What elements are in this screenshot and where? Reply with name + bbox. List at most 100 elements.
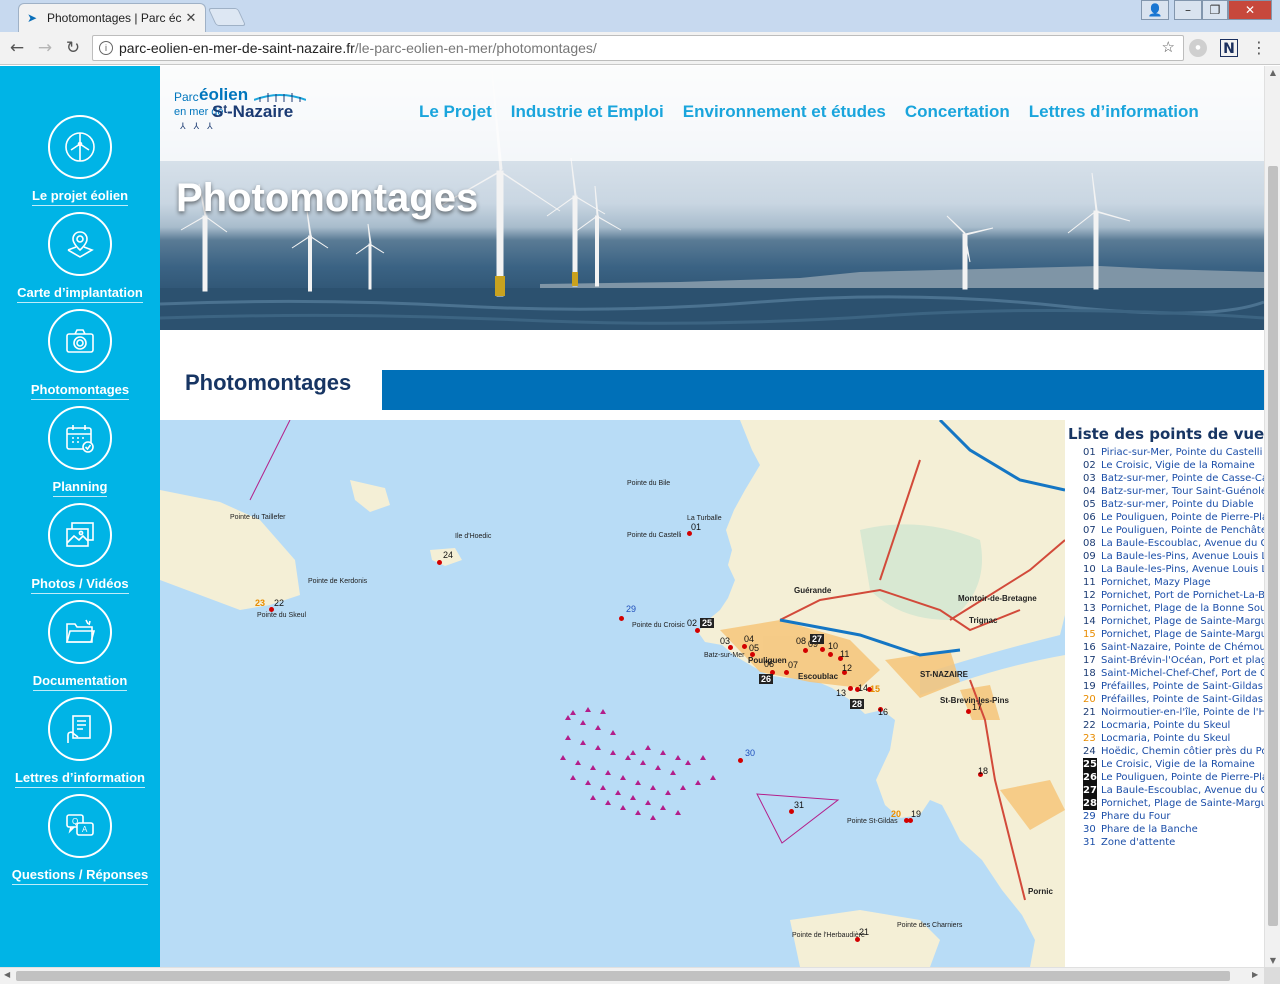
viewpoint-link[interactable]: Le Croisic, Vigie de la Romaine (1101, 460, 1255, 471)
viewpoint-list-item[interactable]: 24 Hoëdic, Chemin côtier près du Port (1083, 745, 1264, 758)
viewpoint-marker[interactable]: 02 (687, 618, 697, 628)
maximize-button[interactable]: ❐ (1202, 0, 1228, 20)
sidebar-item-projet[interactable]: Le projet éolien (0, 115, 160, 212)
viewpoint-list-item[interactable]: 01 Piriac-sur-Mer, Pointe du Castelli (1083, 446, 1264, 459)
viewpoint-list-item[interactable]: 12 Pornichet, Port de Pornichet-La-Baule (1083, 589, 1264, 602)
viewpoint-dot[interactable] (619, 616, 624, 621)
viewpoints-map[interactable]: Pointe du Bile La Turballe Pointe du Cas… (160, 420, 1065, 967)
close-tab-icon[interactable]: ✕ (183, 10, 199, 26)
viewpoint-dot[interactable] (437, 560, 442, 565)
close-window-button[interactable]: ✕ (1228, 0, 1272, 20)
viewpoint-list-item[interactable]: 22 Locmaria, Pointe du Skeul (1083, 719, 1264, 732)
viewpoint-link[interactable]: Locmaria, Pointe du Skeul (1101, 720, 1230, 731)
viewpoint-marker[interactable]: 13 (836, 688, 846, 698)
viewpoint-link[interactable]: Préfailles, Pointe de Saint-Gildas (1101, 681, 1263, 692)
viewpoint-marker[interactable]: 10 (828, 641, 838, 651)
viewpoint-link[interactable]: Le Pouliguen, Pointe de Penchâteau (1101, 525, 1264, 536)
viewpoint-link[interactable]: Piriac-sur-Mer, Pointe du Castelli (1101, 447, 1262, 458)
new-tab-button[interactable] (207, 8, 247, 26)
viewpoint-list-item[interactable]: 02 Le Croisic, Vigie de la Romaine (1083, 459, 1264, 472)
viewpoint-dot[interactable] (742, 644, 747, 649)
reload-icon[interactable]: ↻ (62, 37, 84, 59)
viewpoint-marker[interactable]: 19 (911, 809, 921, 819)
viewpoint-link[interactable]: Le Pouliguen, Pointe de Pierre-Plate (1101, 512, 1264, 523)
viewpoint-dot[interactable] (848, 686, 853, 691)
viewpoint-marker[interactable]: 08 (796, 636, 806, 646)
viewpoint-marker[interactable]: 26 (759, 674, 774, 684)
viewpoint-link[interactable]: Noirmoutier-en-l'île, Pointe de l'Herbau… (1101, 707, 1264, 718)
scroll-up-icon[interactable]: ▲ (1265, 68, 1280, 77)
viewpoint-dot[interactable] (695, 628, 700, 633)
user-profile-icon[interactable]: 👤 (1141, 0, 1169, 20)
viewpoint-link[interactable]: Batz-sur-mer, Tour Saint-Guénolé (1101, 486, 1264, 497)
site-info-icon[interactable]: i (99, 41, 113, 55)
viewpoint-link[interactable]: Phare du Four (1101, 811, 1171, 822)
viewpoint-list-item[interactable]: 14 Pornichet, Plage de Sainte-Marguerite (1083, 615, 1264, 628)
scroll-down-icon[interactable]: ▼ (1265, 956, 1280, 965)
viewpoint-marker[interactable]: 20 (891, 809, 901, 819)
site-logo[interactable]: Parc éolien en mer de Sᵗ-Nazaire ⅄⅄⅄ (174, 85, 314, 136)
viewpoint-link[interactable]: Pornichet, Plage de Sainte-Marguerite (1101, 629, 1264, 640)
viewpoint-marker[interactable]: 16 (878, 707, 888, 717)
nav-link-projet[interactable]: Le Projet (419, 102, 492, 121)
viewpoint-list-item[interactable]: 20 Préfailles, Pointe de Saint-Gildas (1083, 693, 1264, 706)
viewpoint-marker[interactable]: 27 (810, 634, 825, 644)
scroll-right-icon[interactable]: ▶ (1252, 970, 1258, 979)
minimize-button[interactable]: – (1174, 0, 1202, 20)
viewpoint-dot[interactable] (820, 647, 825, 652)
viewpoint-link[interactable]: Le Croisic, Vigie de la Romaine (1101, 759, 1255, 770)
viewpoint-link[interactable]: Batz-sur-mer, Pointe du Diable (1101, 499, 1254, 510)
viewpoint-marker[interactable]: 01 (691, 522, 701, 532)
viewpoint-marker[interactable]: 22 (274, 598, 284, 608)
scroll-left-icon[interactable]: ◀ (4, 970, 10, 979)
viewpoint-list-item[interactable]: 09 La Baule-les-Pins, Avenue Louis Lajarr… (1083, 550, 1264, 563)
viewpoint-dot[interactable] (828, 652, 833, 657)
viewpoint-list-item[interactable]: 16 Saint-Nazaire, Pointe de Chémoulin (1083, 641, 1264, 654)
viewpoint-link[interactable]: Préfailles, Pointe de Saint-Gildas (1101, 694, 1263, 705)
viewpoint-list-item[interactable]: 13 Pornichet, Plage de la Bonne Source (1083, 602, 1264, 615)
viewpoint-link[interactable]: Le Pouliguen, Pointe de Pierre-Plate (1101, 772, 1264, 783)
horizontal-scrollbar[interactable]: ◀ ▶ (0, 967, 1264, 984)
extension-icon[interactable]: ● (1189, 39, 1207, 57)
extension-n-icon[interactable]: N (1220, 39, 1238, 57)
viewpoint-link[interactable]: Saint-Michel-Chef-Chef, Port de Comberge (1101, 668, 1264, 679)
viewpoint-list-item[interactable]: 10 La Baule-les-Pins, Avenue Louis Lajarr… (1083, 563, 1264, 576)
viewpoint-dot[interactable] (904, 818, 909, 823)
viewpoint-list-item[interactable]: 04 Batz-sur-mer, Tour Saint-Guénolé (1083, 485, 1264, 498)
viewpoint-marker[interactable]: 21 (859, 927, 869, 937)
viewpoint-dot[interactable] (966, 709, 971, 714)
viewpoint-list-item[interactable]: 28 Pornichet, Plage de Sainte-Marguerite (1083, 797, 1264, 810)
sidebar-item-planning[interactable]: Planning (0, 406, 160, 503)
viewpoint-link[interactable]: La Baule-Escoublac, Avenue du Général (1101, 785, 1264, 796)
browser-tab[interactable]: ➤ Photomontages | Parc éc ✕ (18, 3, 206, 32)
viewpoint-list-item[interactable]: 29 Phare du Four (1083, 810, 1264, 823)
viewpoint-link[interactable]: La Baule-Escoublac, Avenue du Général (1101, 538, 1264, 549)
viewpoint-list-item[interactable]: 23 Locmaria, Pointe du Skeul (1083, 732, 1264, 745)
viewpoint-marker[interactable]: 03 (720, 636, 730, 646)
viewpoint-list-item[interactable]: 15 Pornichet, Plage de Sainte-Marguerite (1083, 628, 1264, 641)
horizontal-scroll-thumb[interactable] (16, 971, 1230, 981)
vertical-scroll-thumb[interactable] (1268, 166, 1278, 926)
sidebar-item-questions[interactable]: QA Questions / Réponses (0, 794, 160, 891)
sidebar-item-photomontages[interactable]: Photomontages (0, 309, 160, 406)
viewpoint-marker[interactable]: 31 (794, 800, 804, 810)
viewpoint-marker[interactable]: 29 (626, 604, 636, 614)
viewpoint-link[interactable]: Zone d'attente (1101, 837, 1175, 848)
sidebar-item-documentation[interactable]: Documentation (0, 600, 160, 697)
bookmark-star-icon[interactable]: ☆ (1162, 36, 1175, 60)
viewpoint-list-item[interactable]: 18 Saint-Michel-Chef-Chef, Port de Comber… (1083, 667, 1264, 680)
address-bar[interactable]: i parc-eolien-en-mer-de-saint-nazaire.fr… (92, 35, 1184, 61)
viewpoint-marker[interactable]: 06 (764, 659, 774, 669)
viewpoint-marker[interactable]: 07 (788, 660, 798, 670)
viewpoint-link[interactable]: Hoëdic, Chemin côtier près du Port (1101, 746, 1264, 757)
viewpoint-dot[interactable] (784, 670, 789, 675)
viewpoint-marker[interactable]: 24 (443, 550, 453, 560)
viewpoint-list-item[interactable]: 26 Le Pouliguen, Pointe de Pierre-Plate (1083, 771, 1264, 784)
viewpoint-marker[interactable]: 17 (972, 702, 982, 712)
viewpoint-list-item[interactable]: 07 Le Pouliguen, Pointe de Penchâteau (1083, 524, 1264, 537)
viewpoint-list-item[interactable]: 17 Saint-Brévin-l'Océan, Port et plage (1083, 654, 1264, 667)
viewpoint-list-item[interactable]: 03 Batz-sur-mer, Pointe de Casse-Caillou (1083, 472, 1264, 485)
viewpoint-marker[interactable]: 18 (978, 766, 988, 776)
viewpoint-marker[interactable]: 30 (745, 748, 755, 758)
viewpoint-marker[interactable]: 12 (842, 663, 852, 673)
